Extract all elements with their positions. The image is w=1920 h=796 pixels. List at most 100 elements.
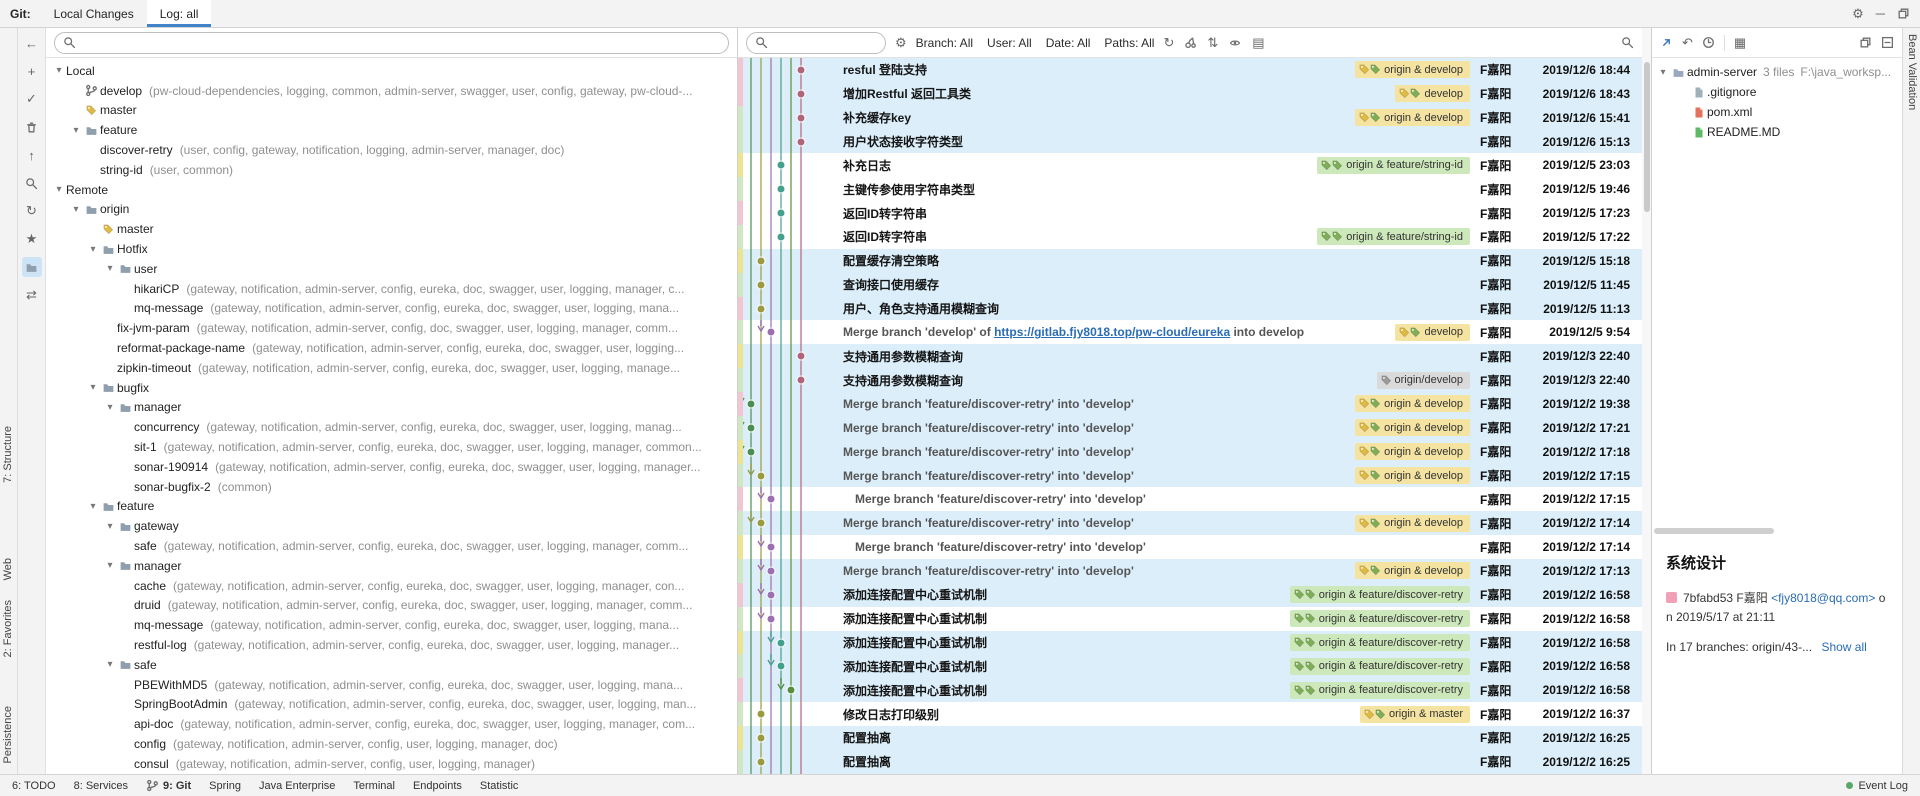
branch-label[interactable]: origin & develop (1355, 467, 1470, 484)
tab-log-all[interactable]: Log: all (147, 0, 212, 27)
branch-label[interactable]: origin & develop (1355, 109, 1470, 126)
commit-row[interactable]: Merge branch 'feature/discover-retry' in… (738, 487, 1642, 511)
branch-label[interactable]: origin/develop (1377, 372, 1471, 389)
rollback-icon[interactable]: ↶ (1682, 36, 1693, 49)
commit-row[interactable]: 修改日志打印级别origin & masterF嘉阳2019/12/2 16:3… (738, 702, 1642, 726)
commit-row[interactable]: Merge branch 'feature/discover-retry' in… (738, 416, 1642, 440)
statusbar-item-terminal[interactable]: Terminal (353, 780, 395, 792)
branch-tree-row-reformat-package-name[interactable]: reformat-package-name(gateway, notificat… (46, 338, 737, 358)
commit-row[interactable]: Merge branch 'feature/discover-retry' in… (738, 392, 1642, 416)
commit-row[interactable]: 添加连接配置中心重试机制origin & feature/discover-re… (738, 678, 1642, 702)
statusbar-item-java-enterprise[interactable]: Java Enterprise (259, 780, 335, 792)
back-icon[interactable]: ← (22, 33, 42, 53)
chevron-down-icon[interactable]: ▾ (103, 521, 117, 532)
group-by-packages-icon[interactable]: ▦ (1734, 36, 1746, 49)
changed-files-root-row[interactable]: ▾ admin-server 3 files F:\java_worksp... (1652, 62, 1902, 82)
refresh-icon[interactable]: ↻ (1163, 36, 1174, 49)
branch-tree-row-string-id[interactable]: string-id(user, common) (46, 160, 737, 180)
branch-tree-row-manager[interactable]: ▾manager (46, 556, 737, 576)
branch-tree-row-origin[interactable]: ▾origin (46, 200, 737, 220)
commit-row[interactable]: 返回ID转字符串F嘉阳2019/12/5 17:23 (738, 201, 1642, 225)
show-all-link[interactable]: Show all (1821, 640, 1866, 654)
log-scrollbar-thumb[interactable] (1644, 62, 1650, 212)
branch-tree-row-bugfix[interactable]: ▾bugfix (46, 378, 737, 398)
statusbar-item-8-services[interactable]: 8: Services (74, 780, 128, 792)
sort-icon[interactable]: ⇅ (1207, 36, 1218, 49)
commit-row[interactable]: 配置抽离F嘉阳2019/12/2 16:25 (738, 726, 1642, 750)
branch-label[interactable]: origin & feature/discover-retry (1290, 634, 1470, 651)
branch-tree-row-safe[interactable]: safe(gateway, notification, admin-server… (46, 536, 737, 556)
commit-row[interactable]: Merge branch 'feature/discover-retry' in… (738, 559, 1642, 583)
chevron-down-icon[interactable]: ▾ (86, 501, 100, 512)
search-icon[interactable] (1621, 36, 1634, 49)
commit-row[interactable]: 补充缓存keyorigin & developF嘉阳2019/12/6 15:4… (738, 106, 1642, 130)
chevron-down-icon[interactable]: ▾ (86, 244, 100, 255)
commit-row[interactable]: Merge branch 'feature/discover-retry' in… (738, 535, 1642, 559)
statusbar-item-statistic[interactable]: Statistic (480, 780, 519, 792)
commit-author-email-link[interactable]: <fjy8018@qq.com> (1771, 591, 1875, 605)
jump-to-source-icon[interactable] (1660, 36, 1673, 49)
refresh-icon[interactable]: ↻ (22, 201, 42, 221)
files-hscrollbar-thumb[interactable] (1654, 528, 1774, 534)
branch-label[interactable]: origin & feature/discover-retry (1290, 682, 1470, 699)
branch-tree-row-sit-1[interactable]: sit-1(gateway, notification, admin-serve… (46, 437, 737, 457)
branch-tree-row-concurrency[interactable]: concurrency(gateway, notification, admin… (46, 417, 737, 437)
branch-tree-row-sonar-190914[interactable]: sonar-190914(gateway, notification, admi… (46, 457, 737, 477)
chevron-down-icon[interactable]: ▾ (86, 382, 100, 393)
history-icon[interactable] (1702, 36, 1715, 49)
chevron-down-icon[interactable]: ▾ (52, 65, 66, 76)
search-settings-gear-icon[interactable]: ⚙ (895, 36, 907, 49)
branch-tree-row-druid[interactable]: druid(gateway, notification, admin-serve… (46, 596, 737, 616)
date-filter[interactable]: Date: All (1046, 36, 1091, 50)
commit-row[interactable]: Merge branch 'feature/discover-retry' in… (738, 464, 1642, 488)
commit-row[interactable]: 支持通用参数模糊查询F嘉阳2019/12/3 22:40 (738, 344, 1642, 368)
branch-filter[interactable]: Branch: All (916, 36, 973, 50)
branch-tree-row-zipkin-timeout[interactable]: zipkin-timeout(gateway, notification, ad… (46, 358, 737, 378)
statusbar-item-spring[interactable]: Spring (209, 780, 241, 792)
chevron-down-icon[interactable]: ▾ (52, 184, 66, 195)
branch-search-input[interactable] (82, 35, 720, 51)
branch-tree-row-gateway[interactable]: ▾gateway (46, 516, 737, 536)
branch-tree-row-develop[interactable]: develop(pw-cloud-dependencies, logging, … (46, 81, 737, 101)
branch-tree-row-user[interactable]: ▾user (46, 259, 737, 279)
log-search-input[interactable] (774, 35, 877, 51)
commit-row[interactable]: 主键传参使用字符串类型F嘉阳2019/12/5 19:46 (738, 177, 1642, 201)
event-log-button[interactable]: Event Log (1846, 780, 1908, 792)
hide-icon[interactable] (1881, 36, 1894, 49)
toolwindow-button-2-favorites[interactable]: 2: Favorites (2, 600, 14, 657)
branch-tree-row-pbewithmd5[interactable]: PBEWithMD5(gateway, notification, admin-… (46, 675, 737, 695)
commit-row[interactable]: 配置抽离F嘉阳2019/12/2 16:25 (738, 750, 1642, 774)
branch-label[interactable]: origin & develop (1355, 562, 1470, 579)
branch-label[interactable]: origin & develop (1355, 515, 1470, 532)
chevron-down-icon[interactable]: ▾ (103, 402, 117, 413)
branch-tree-row-api-doc[interactable]: api-doc(gateway, notification, admin-ser… (46, 714, 737, 734)
cherry-pick-icon[interactable] (1184, 36, 1197, 49)
eye-icon[interactable] (1228, 37, 1242, 49)
changed-file-row-gitignore[interactable]: .gitignore (1652, 82, 1902, 102)
settings-icon[interactable]: ⚙ (1852, 7, 1864, 20)
commit-row[interactable]: 查询接口使用缓存F嘉阳2019/12/5 11:45 (738, 273, 1642, 297)
branch-tree-row-mq-message[interactable]: mq-message(gateway, notification, admin-… (46, 615, 737, 635)
toolwindow-button-7-structure[interactable]: 7: Structure (2, 426, 14, 483)
commit-row[interactable]: 用户、角色支持通用模糊查询F嘉阳2019/12/5 11:13 (738, 297, 1642, 321)
branch-tree-row-sonar-bugfix-2[interactable]: sonar-bugfix-2(common) (46, 477, 737, 497)
log-scrollbar[interactable] (1642, 28, 1652, 774)
branch-tree-row-restful-log[interactable]: restful-log(gateway, notification, admin… (46, 635, 737, 655)
commit-row[interactable]: 支持通用参数模糊查询origin/developF嘉阳2019/12/3 22:… (738, 368, 1642, 392)
statusbar-item-9-git[interactable]: 9: Git (146, 779, 191, 792)
chevron-down-icon[interactable]: ▾ (1656, 67, 1670, 78)
toolwindow-button-web[interactable]: Web (2, 558, 14, 580)
commit-row[interactable]: 配置缓存清空策略F嘉阳2019/12/5 15:18 (738, 249, 1642, 273)
changed-file-row-pom-xml[interactable]: pom.xml (1652, 102, 1902, 122)
delete-icon[interactable] (22, 117, 42, 137)
changed-file-row-readme-md[interactable]: README.MD (1652, 122, 1902, 142)
commit-row[interactable]: 添加连接配置中心重试机制origin & feature/discover-re… (738, 607, 1642, 631)
search-icon[interactable] (22, 173, 42, 193)
toolwindow-button-persistence[interactable]: Persistence (2, 706, 14, 763)
float-mode-icon[interactable] (1859, 36, 1872, 49)
commit-row[interactable]: resful 登陆支持origin & developF嘉阳2019/12/6 … (738, 58, 1642, 82)
compare-icon[interactable]: ⇄ (22, 285, 42, 305)
branch-label[interactable]: origin & feature/discover-retry (1290, 610, 1470, 627)
commit-row[interactable]: Merge branch 'develop' of https://gitlab… (738, 320, 1642, 344)
branch-tree-row-safe[interactable]: ▾safe (46, 655, 737, 675)
